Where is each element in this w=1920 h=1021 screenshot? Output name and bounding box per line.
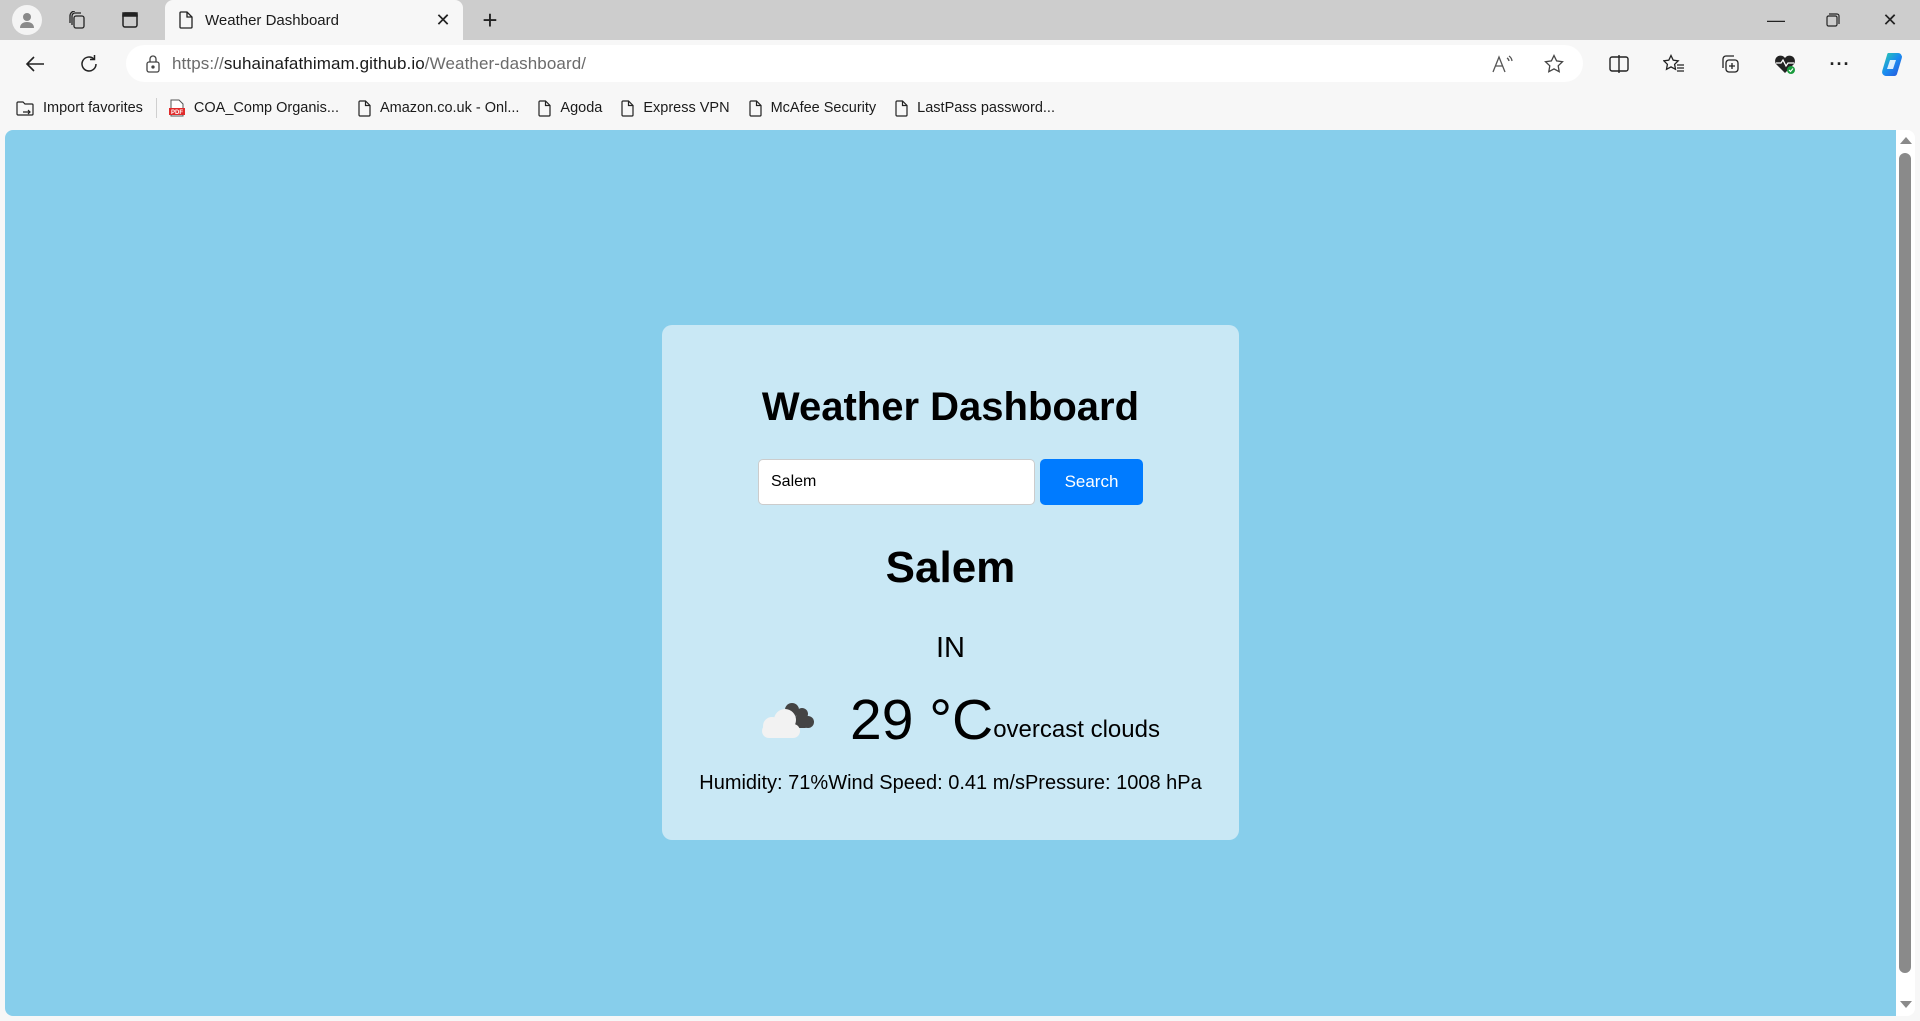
page-icon xyxy=(179,11,193,29)
bookmark-label: Import favorites xyxy=(43,100,143,116)
scrollbar-thumb[interactable] xyxy=(1899,153,1911,973)
scroll-down-arrow-icon[interactable] xyxy=(1900,1001,1912,1008)
bookmark-label: McAfee Security xyxy=(770,100,877,116)
close-window-icon[interactable]: ✕ xyxy=(1867,4,1913,36)
bookmark-separator xyxy=(155,98,157,118)
vertical-scrollbar[interactable] xyxy=(1896,130,1915,1016)
pressure: Pressure: 1008 hPa xyxy=(1024,772,1202,794)
country-code: IN xyxy=(936,632,965,664)
bookmark-import-favorites[interactable]: Import favorites xyxy=(16,100,143,117)
temperature-row: 29 °C overcast clouds xyxy=(758,680,1160,760)
temperature: 29 °C xyxy=(850,688,994,752)
search-form: Search xyxy=(758,459,1143,505)
city-name: Salem xyxy=(885,543,1016,592)
more-icon[interactable]: ··· xyxy=(1823,47,1857,81)
bookmark-label: Amazon.co.uk - Onl... xyxy=(379,100,520,116)
bookmark-label: COA_Comp Organis... xyxy=(193,100,339,116)
search-button[interactable]: Search xyxy=(1040,459,1143,505)
import-icon xyxy=(16,100,34,116)
page-title: Weather Dashboard xyxy=(761,385,1140,429)
workspaces-icon[interactable] xyxy=(62,5,92,35)
restore-icon[interactable] xyxy=(1810,4,1856,36)
favorites-bar: Import favorites PDF COA_Comp Organis...… xyxy=(0,88,1920,128)
bookmark-express-vpn[interactable]: Express VPN xyxy=(621,99,730,117)
overcast-clouds-icon xyxy=(762,703,814,738)
pdf-icon: PDF xyxy=(168,99,185,117)
new-tab-icon[interactable]: + xyxy=(475,5,505,35)
navigation-toolbar: https://suhainafathimam.github.io/Weathe… xyxy=(0,40,1920,88)
bookmark-agoda[interactable]: Agoda xyxy=(538,99,603,117)
read-aloud-icon[interactable] xyxy=(1486,47,1520,81)
svg-text:PDF: PDF xyxy=(171,110,183,116)
weather-description: overcast clouds xyxy=(993,716,1160,743)
bookmark-lastpass[interactable]: LastPass password... xyxy=(895,99,1055,117)
page-icon xyxy=(538,99,552,117)
vertical-tabs-icon[interactable] xyxy=(115,5,145,35)
split-screen-icon[interactable] xyxy=(1602,47,1636,81)
url-path: /Weather-dashboard/ xyxy=(424,53,587,73)
humidity: Humidity: 71% xyxy=(699,772,829,794)
url-text[interactable]: https://suhainafathimam.github.io/Weathe… xyxy=(172,54,586,74)
scroll-up-arrow-icon[interactable] xyxy=(1900,137,1912,144)
browser-essentials-icon[interactable] xyxy=(1768,47,1802,81)
address-bar[interactable]: https://suhainafathimam.github.io/Weathe… xyxy=(126,45,1583,82)
favorites-icon[interactable] xyxy=(1657,47,1691,81)
bookmark-mcafee[interactable]: McAfee Security xyxy=(748,99,877,117)
weather-details: Humidity: 71%Wind Speed: 0.41 m/sPressur… xyxy=(662,769,1239,797)
url-scheme: https:// xyxy=(172,53,224,73)
city-search-input[interactable] xyxy=(758,459,1035,505)
lock-icon[interactable] xyxy=(146,54,160,73)
tab-title: Weather Dashboard xyxy=(205,11,339,29)
bookmark-coa-comp[interactable]: PDF COA_Comp Organis... xyxy=(168,99,339,117)
url-host: suhainafathimam.github.io xyxy=(223,53,425,73)
tab-strip: Weather Dashboard ✕ + — ✕ xyxy=(0,0,1920,40)
bookmark-amazon[interactable]: Amazon.co.uk - Onl... xyxy=(358,99,520,117)
page-viewport: Weather Dashboard Search Salem IN 29 °C … xyxy=(5,130,1896,1016)
bookmark-label: Agoda xyxy=(560,100,603,116)
bookmark-label: LastPass password... xyxy=(917,100,1055,116)
weather-card: Weather Dashboard Search Salem IN 29 °C … xyxy=(662,325,1239,840)
page-icon xyxy=(358,99,371,117)
profile-avatar-icon[interactable] xyxy=(12,5,42,35)
close-tab-icon[interactable]: ✕ xyxy=(429,6,457,34)
back-icon[interactable] xyxy=(18,47,52,81)
bookmark-label: Express VPN xyxy=(643,100,730,116)
wind-speed: Wind Speed: 0.41 m/s xyxy=(828,772,1025,794)
copilot-icon[interactable] xyxy=(1876,47,1910,81)
page-icon xyxy=(895,99,908,117)
page-icon xyxy=(621,99,634,117)
tab-weather-dashboard[interactable]: Weather Dashboard ✕ xyxy=(165,0,463,40)
collections-icon[interactable] xyxy=(1713,47,1747,81)
refresh-icon[interactable] xyxy=(72,47,106,81)
page-icon xyxy=(748,99,762,117)
minimize-icon[interactable]: — xyxy=(1753,4,1799,36)
favorite-star-icon[interactable] xyxy=(1537,47,1571,81)
